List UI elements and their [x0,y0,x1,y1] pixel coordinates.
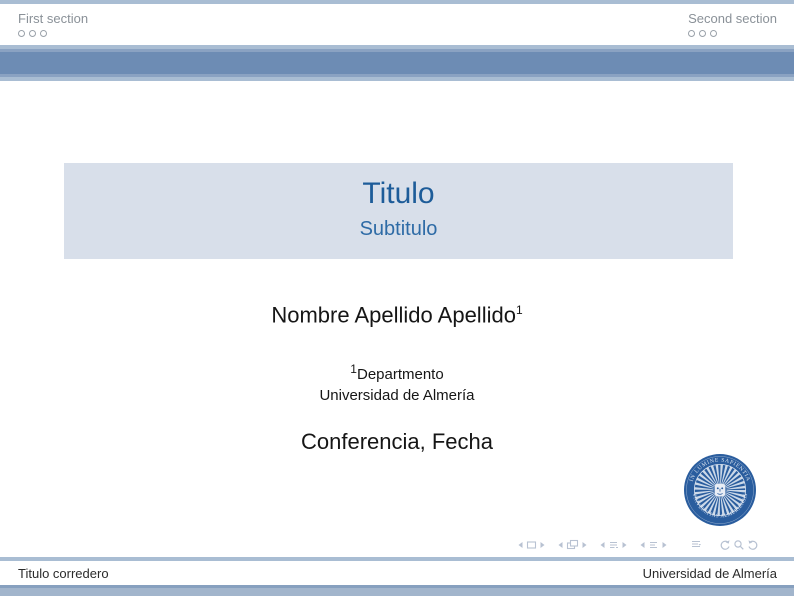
frame-dot[interactable] [40,30,47,37]
subsection-nav-group [598,540,629,550]
appendix-nav-group [690,539,702,550]
header-first-section: First section [18,11,88,37]
next-slide-icon[interactable] [539,540,547,550]
frame-overlays-icon[interactable] [566,539,579,550]
slide-subtitle: Subtitulo [64,217,733,241]
institute-block: 1Departmento Universidad de Almería [0,359,794,406]
footer-accent-bar [0,585,794,596]
prev-section-icon[interactable] [638,540,646,550]
beamer-navigation-bar [516,538,760,551]
universidad-de-almeria-seal: IN LUMINE SAPIENTIA VNIVERSITAS ALMERIEN… [683,453,757,527]
header-banner [0,45,794,81]
author-name: Nombre Apellido Apellido [271,302,516,327]
next-subsection-icon[interactable] [621,540,629,550]
prev-subsection-icon[interactable] [598,540,606,550]
frame-dot[interactable] [688,30,695,37]
footer-institution: Universidad de Almería [643,566,777,581]
section-link-second[interactable]: Second section [688,11,777,27]
prev-slide-icon[interactable] [516,540,524,550]
back-icon[interactable] [718,539,731,551]
footer: Titulo corredero Universidad de Almería [0,561,794,585]
title-block: Titulo Subtitulo [64,163,733,259]
section-nav-group [638,540,669,550]
history-nav-group [718,539,760,551]
frame-dots-first [18,30,88,37]
author-footnote-mark: 1 [516,303,523,317]
frame-dot[interactable] [710,30,717,37]
search-icon[interactable] [733,539,745,551]
forward-icon[interactable] [747,539,760,551]
frame-dot[interactable] [699,30,706,37]
header-second-section: Second section [688,11,777,37]
next-section-icon[interactable] [661,540,669,550]
appendix-icon[interactable] [690,539,702,550]
frame-dots-second [688,30,777,37]
frame-nav-group [556,539,589,550]
section-link-first[interactable]: First section [18,11,88,27]
slide-nav-group [516,540,547,550]
conference-date: Conferencia, Fecha [0,429,794,455]
author-line: Nombre Apellido Apellido1 [0,297,794,328]
frame-dot[interactable] [18,30,25,37]
frame-dot[interactable] [29,30,36,37]
institute-footnote-mark: 1 [350,362,357,376]
section-icon[interactable] [648,540,659,550]
institute-department: Departmento [357,366,444,383]
slide-title: Titulo [64,176,733,212]
institute-university: Universidad de Almería [0,385,794,406]
prev-frame-icon[interactable] [556,540,564,550]
footer-short-title: Titulo corredero [18,566,109,581]
top-accent-bar [0,0,794,4]
next-frame-icon[interactable] [581,540,589,550]
subsection-icon[interactable] [608,540,619,550]
slide-icon[interactable] [526,540,537,550]
beamer-title-slide: First section Second section Titulo Subt… [0,0,794,596]
institute-department-line: 1Departmento [0,359,794,385]
